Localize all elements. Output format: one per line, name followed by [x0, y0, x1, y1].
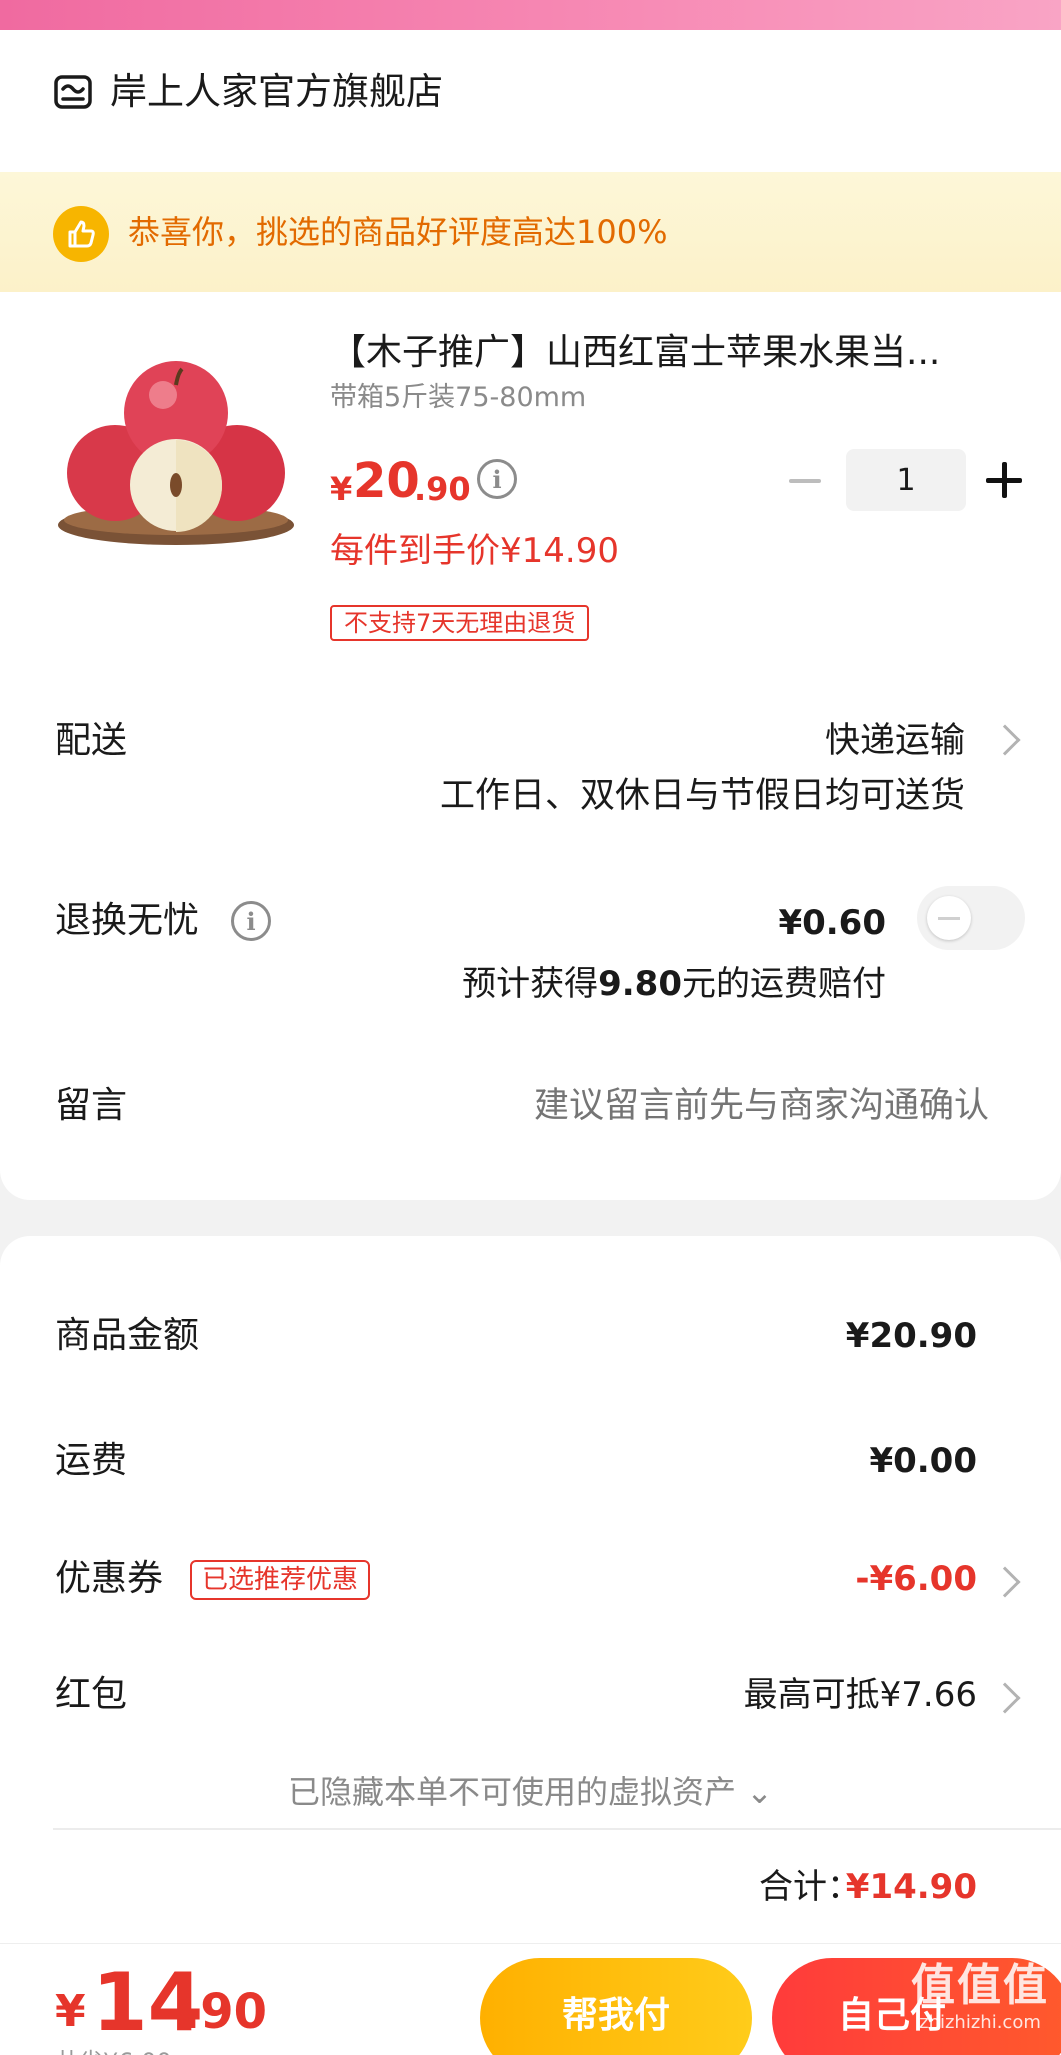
product-image[interactable]	[55, 345, 297, 545]
price-integer: 20	[353, 453, 420, 509]
redpacket-label: 红包	[55, 1674, 128, 1715]
quantity-value[interactable]: 1	[846, 449, 966, 511]
store-name[interactable]: 岸上人家官方旗舰店	[110, 70, 443, 114]
help-me-pay-button[interactable]: 帮我付	[480, 1958, 752, 2055]
coupon-value[interactable]: -¥6.00	[855, 1556, 977, 1602]
store-icon	[54, 75, 92, 109]
unit-final-price: 每件到手价¥14.90	[330, 531, 619, 571]
shipping-label: 配送	[55, 720, 128, 761]
product-title[interactable]: 【木子推广】山西红富士苹果水果当...	[330, 330, 940, 376]
bottom-price-decimal: .90	[182, 1984, 268, 2040]
checkout-bar: ¥ 14 .90 共省¥6.00 帮我付 自己付	[0, 1943, 1061, 2055]
rating-banner-text: 恭喜你，挑选的商品好评度高达100%	[128, 213, 668, 251]
price-decimal: .90	[414, 470, 471, 508]
return-insurance-info-icon[interactable]: i	[231, 901, 271, 941]
saved-amount: 共省¥6.00	[55, 2042, 172, 2055]
thumbs-up-icon	[53, 206, 109, 262]
note-suffix: 元的运费赔付	[682, 964, 886, 1004]
message-label: 留言	[55, 1085, 128, 1126]
note-prefix: 预计获得	[462, 964, 599, 1004]
watermark: 值值值 zhizhizhi.com	[911, 1960, 1049, 2034]
return-insurance-note: 预计获得9.80元的运费赔付	[462, 961, 886, 1007]
freight-value: ¥0.00	[869, 1441, 977, 1481]
shipping-note: 工作日、双休日与节假日均可送货	[439, 776, 965, 816]
quantity-increase-button[interactable]	[986, 462, 1022, 498]
redpacket-value[interactable]: 最高可抵¥7.66	[744, 1672, 977, 1718]
goods-amount-value: ¥20.90	[845, 1316, 977, 1356]
order-item-card: 岸上人家官方旗舰店 恭喜你，挑选的商品好评度高达100% 【木子推广】山西红富士…	[0, 30, 1061, 1200]
return-insurance-price: ¥0.60	[778, 903, 886, 943]
divider	[53, 1828, 1061, 1830]
goods-amount-label: 商品金额	[55, 1315, 200, 1356]
product-spec[interactable]: 带箱5斤装75-80mm	[330, 380, 586, 416]
message-input[interactable]	[429, 1083, 989, 1129]
coupon-label: 优惠券	[55, 1558, 164, 1599]
return-policy-badge: 不支持7天无理由退货	[330, 605, 590, 641]
watermark-logo: 值值值	[911, 1960, 1049, 2011]
total-value: ¥14.90	[845, 1867, 977, 1907]
rating-banner: 恭喜你，挑选的商品好评度高达100%	[0, 172, 1061, 292]
chevron-right-icon[interactable]	[989, 724, 1021, 756]
price-info-icon[interactable]: i	[477, 459, 517, 499]
shipping-method[interactable]: 快递运输	[825, 718, 965, 764]
top-gradient-strip	[0, 0, 1061, 30]
note-amount: 9.80	[598, 964, 682, 1004]
price-currency: ¥	[330, 470, 353, 508]
toggle-knob	[927, 896, 971, 940]
return-insurance-label: 退换无忧	[55, 900, 200, 941]
freight-label: 运费	[55, 1440, 128, 1481]
coupon-selected-badge: 已选推荐优惠	[190, 1560, 371, 1600]
quantity-decrease-button[interactable]	[788, 464, 822, 498]
bottom-price-currency: ¥	[55, 1986, 86, 2037]
watermark-url: zhizhizhi.com	[919, 2012, 1041, 2033]
hidden-assets-toggle[interactable]: 已隐藏本单不可使用的虚拟资产 ⌄	[0, 1770, 1061, 1814]
return-insurance-toggle[interactable]	[917, 886, 1025, 950]
